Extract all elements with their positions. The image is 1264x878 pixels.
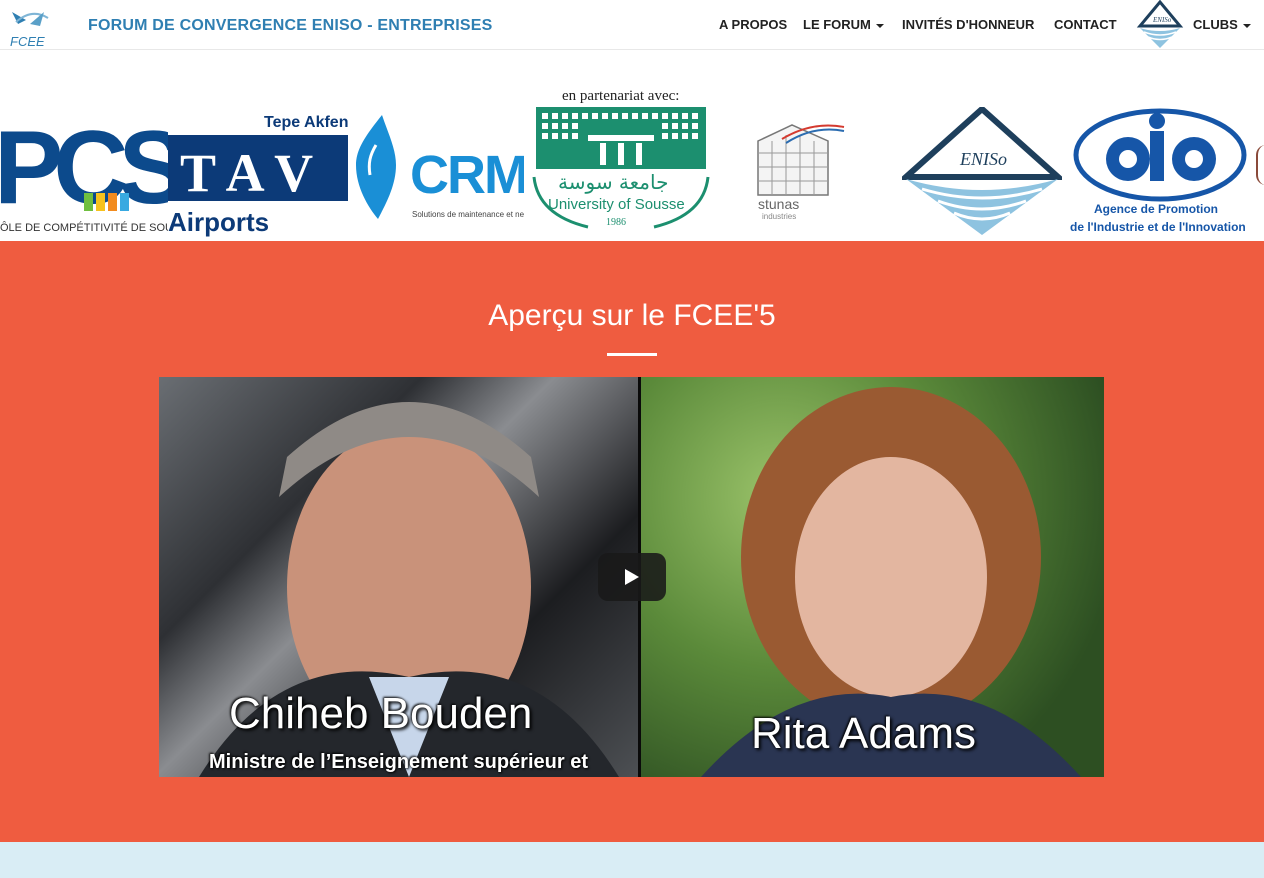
fcee-logo[interactable]: FCEE bbox=[4, 6, 58, 50]
sousse-year-text: 1986 bbox=[606, 217, 626, 228]
speaker-name-left: Chiheb Bouden bbox=[229, 689, 533, 738]
tav-airports-logo[interactable]: Tepe Akfen T A V Airports bbox=[168, 109, 352, 239]
video-thumbnail-right: Rita Adams bbox=[641, 377, 1104, 777]
speaker-caption-left: Ministre de l’Enseignement supérieur et bbox=[209, 751, 588, 773]
next-section-band bbox=[0, 842, 1264, 878]
play-button[interactable] bbox=[598, 553, 666, 601]
eniso-logo[interactable]: ENISo bbox=[898, 104, 1066, 237]
nav-item-clubs-label: CLUBS bbox=[1193, 17, 1238, 32]
partner-logo-partial[interactable] bbox=[1256, 145, 1264, 185]
video-thumbnail-left: Chiheb Bouden Ministre de l’Enseignement… bbox=[159, 377, 639, 777]
crmn-logo-subtext: Solutions de maintenance et nettoyage bbox=[412, 210, 524, 219]
nav-item-invites-d-honneur[interactable]: INVITÉS D'HONNEUR bbox=[902, 17, 1034, 32]
video-section: Aperçu sur le FCEE'5 Chiheb Bouden Minis… bbox=[0, 241, 1264, 842]
apii-logo[interactable]: Agence de Promotion de l'Industrie et de… bbox=[1066, 107, 1256, 235]
pcs-logo-subtext: ÔLE DE COMPÉTITIVITÉ DE SOUSSE bbox=[0, 221, 168, 234]
tav-letters-text: T A V bbox=[180, 143, 313, 203]
fcee-logo-text: FCEE bbox=[10, 34, 45, 49]
caret-down-icon bbox=[875, 23, 884, 28]
sousse-english-text: University of Sousse bbox=[548, 196, 685, 213]
stunas-subtext: industries bbox=[762, 212, 796, 221]
eniso-logo-text: ENISo bbox=[959, 149, 1007, 169]
nav-item-le-forum[interactable]: LE FORUM bbox=[803, 17, 884, 32]
partners-strip: en partenariat avec: PCS ÔLE DE COMPÉTIT… bbox=[0, 51, 1264, 241]
site-title[interactable]: FORUM DE CONVERGENCE ENISO - ENTREPRISES bbox=[88, 17, 493, 35]
tav-top-text: Tepe Akfen bbox=[264, 114, 348, 131]
crmn-logo-text: CRMN bbox=[410, 145, 524, 205]
pcs-logo[interactable]: PCS ÔLE DE COMPÉTITIVITÉ DE SOUSSE bbox=[0, 109, 195, 239]
tav-bottom-text: Airports bbox=[168, 207, 269, 237]
nav-item-le-forum-label: LE FORUM bbox=[803, 17, 871, 32]
navbar: FCEE FORUM DE CONVERGENCE ENISO - ENTREP… bbox=[0, 0, 1264, 50]
university-of-sousse-logo[interactable]: جامعة سوسة University of Sousse 1986 bbox=[528, 107, 714, 231]
speaker-name-right: Rita Adams bbox=[751, 709, 976, 758]
caret-down-icon bbox=[1242, 23, 1251, 28]
partners-label: en partenariat avec: bbox=[562, 88, 680, 104]
section-title: Aperçu sur le FCEE'5 bbox=[488, 299, 776, 332]
nav-item-clubs[interactable]: CLUBS bbox=[1193, 17, 1251, 32]
eniso-clubs-logo[interactable]: ENISo bbox=[1134, 0, 1186, 50]
clubs-logo-text: ENISo bbox=[1152, 16, 1172, 24]
stunas-text: stunas bbox=[758, 196, 799, 212]
nav-item-a-propos[interactable]: A PROPOS bbox=[719, 17, 787, 32]
apii-line1-text: Agence de Promotion bbox=[1094, 202, 1218, 216]
stunas-industries-logo[interactable]: stunas industries bbox=[752, 123, 848, 221]
nav-item-contact[interactable]: CONTACT bbox=[1054, 17, 1117, 32]
apii-line2-text: de l'Industrie et de l'Innovation bbox=[1070, 220, 1246, 234]
crmn-logo[interactable]: CRMN Solutions de maintenance et nettoya… bbox=[356, 115, 566, 225]
video-player[interactable]: Chiheb Bouden Ministre de l’Enseignement… bbox=[159, 377, 1104, 777]
sousse-arabic-text: جامعة سوسة bbox=[558, 170, 668, 194]
play-icon bbox=[625, 569, 639, 585]
title-divider bbox=[607, 353, 657, 356]
